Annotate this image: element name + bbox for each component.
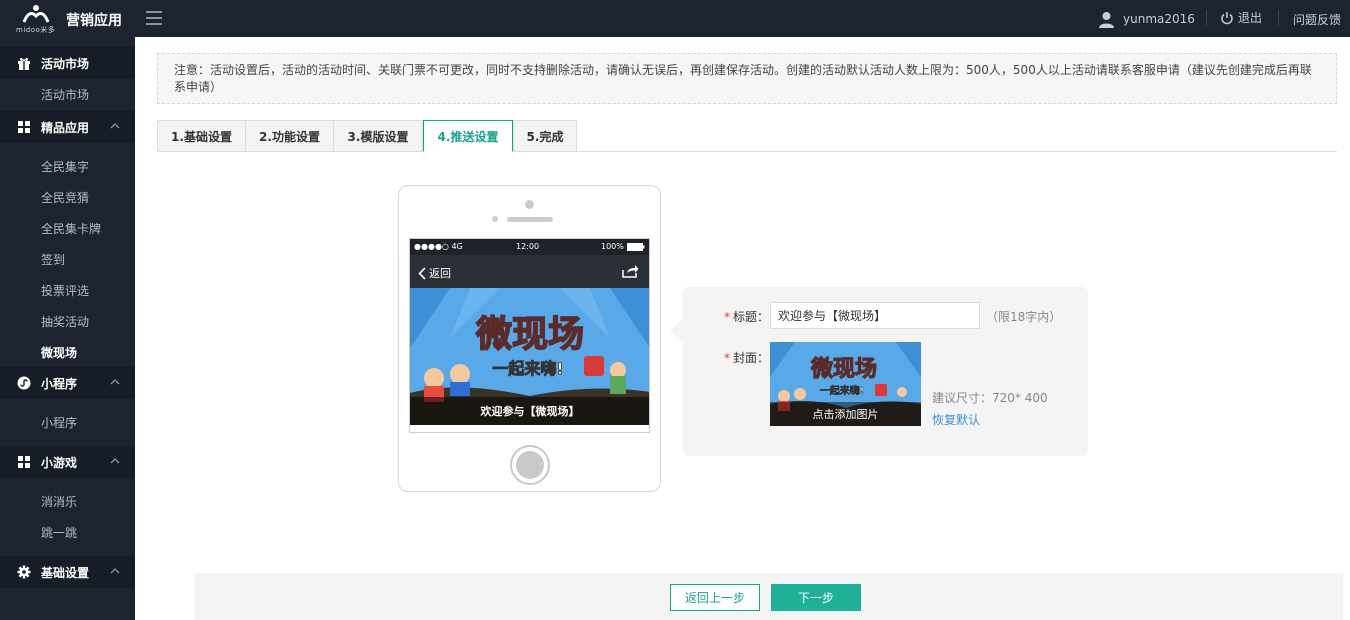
sidebar: 活动市场 活动市场 精品应用 全民集字 全民竞猜 全民集卡牌 签到 投票评选 抽… (0, 37, 135, 620)
required-mark: * (724, 310, 730, 324)
logout-label: 退出 (1238, 11, 1263, 25)
sidebar-item-collect-words[interactable]: 全民集字 (0, 151, 135, 182)
home-button (510, 445, 550, 485)
battery-icon (627, 243, 645, 251)
sidebar-section-premium-apps[interactable]: 精品应用 (0, 111, 135, 143)
sidebar-section-label: 基础设置 (41, 565, 90, 580)
previous-step-button[interactable]: 返回上一步 (670, 584, 760, 611)
sidebar-section-label: 小程序 (41, 376, 78, 391)
sidebar-item-activity-market[interactable]: 活动市场 (0, 79, 135, 110)
phone-speaker (507, 217, 553, 222)
tab-basic-settings[interactable]: 1.基础设置 (157, 120, 246, 152)
sidebar-item-checkin[interactable]: 签到 (0, 244, 135, 275)
sidebar-item-quiz[interactable]: 全民竞猜 (0, 182, 135, 213)
menu-toggle-icon[interactable] (146, 11, 162, 25)
logo-icon (22, 5, 50, 23)
user-menu[interactable]: yunma2016 (1098, 9, 1195, 29)
tab-template-settings[interactable]: 3.模版设置 (333, 120, 423, 152)
chevron-up-icon (110, 123, 120, 129)
power-icon (1221, 11, 1233, 24)
phone-preview: ●●●●○ 4G 12:00 100% 返回 微现场 一起来嗨! 欢迎参与【微现… (398, 185, 661, 492)
top-bar: midoo米多 营销应用 yunma2016 退出 问题反馈 (0, 0, 1350, 37)
sidebar-item-match3[interactable]: 消消乐 (0, 486, 135, 517)
sidebar-section-basic-settings[interactable]: 基础设置 (0, 556, 135, 588)
title-input[interactable] (770, 302, 980, 329)
gear-icon (17, 565, 31, 579)
back-label: 返回 (429, 267, 451, 280)
phone-status-bar: ●●●●○ 4G 12:00 100% (410, 239, 649, 255)
username: yunma2016 (1123, 12, 1195, 26)
tab-push-settings[interactable]: 4.推送设置 (423, 120, 513, 152)
phone-camera (525, 200, 534, 209)
title-label-text: 标题： (733, 310, 770, 324)
carrier: ●●●●○ 4G (414, 242, 463, 251)
sidebar-item-lottery[interactable]: 抽奖活动 (0, 306, 135, 337)
next-step-button[interactable]: 下一步 (771, 584, 861, 611)
banner-title: 微现场 (475, 314, 584, 355)
sidebar-section-label: 小游戏 (41, 455, 78, 470)
restore-default-link[interactable]: 恢复默认 (932, 411, 980, 428)
step-tabs: 1.基础设置 2.功能设置 3.模版设置 4.推送设置 5.完成 (157, 120, 1337, 152)
panel-pointer (670, 318, 683, 344)
cover-subtitle: 一起来嗨! (820, 384, 865, 397)
sidebar-section-label: 精品应用 (41, 120, 90, 135)
chevron-up-icon (110, 568, 120, 574)
logo-text: midoo米多 (16, 26, 56, 34)
cover-label: * 封面： (724, 349, 769, 366)
user-avatar-icon (1099, 11, 1114, 28)
app-title: 营销应用 (66, 13, 122, 29)
miniprogram-icon (17, 376, 31, 390)
sidebar-item-jump[interactable]: 跳一跳 (0, 517, 135, 548)
tab-finish[interactable]: 5.完成 (513, 120, 577, 152)
share-icon[interactable] (622, 264, 639, 278)
size-hint: 建议尺寸：720* 400 (932, 391, 1048, 405)
phone-nav-bar: 返回 (410, 255, 649, 288)
banner-image: 微现场 一起来嗨! 欢迎参与【微现场】 (410, 288, 649, 425)
chevron-left-icon (418, 266, 426, 280)
battery-text: 100% (601, 242, 624, 251)
clock: 12:00 (516, 242, 540, 251)
cover-title: 微现场 (810, 356, 877, 382)
notice-banner: 注意：活动设置后，活动的活动时间、关联门票不可更改，同时不支持删除活动，请确认无… (157, 53, 1337, 104)
phone-screen: ●●●●○ 4G 12:00 100% 返回 微现场 一起来嗨! 欢迎参与【微现… (409, 238, 650, 433)
sidebar-item-collect-cards[interactable]: 全民集卡牌 (0, 213, 135, 244)
logout-button[interactable]: 退出 (1220, 9, 1262, 26)
title-label: * 标题： (724, 308, 769, 325)
divider (1278, 10, 1279, 26)
banner-caption: 欢迎参与【微现场】 (410, 397, 649, 425)
feedback-link[interactable]: 问题反馈 (1293, 11, 1341, 28)
sidebar-item-mini-program[interactable]: 小程序 (0, 407, 135, 438)
grid-icon (18, 121, 30, 133)
sidebar-section-mini-games[interactable]: 小游戏 (0, 446, 135, 478)
midoo-logo[interactable]: midoo米多 (14, 4, 56, 34)
sidebar-section-mini-program[interactable]: 小程序 (0, 367, 135, 399)
back-button[interactable]: 返回 (418, 265, 451, 281)
banner-subtitle: 一起来嗨! (492, 359, 563, 378)
footer-bar (195, 573, 1343, 620)
chevron-up-icon (110, 458, 120, 464)
chevron-up-icon (110, 379, 120, 385)
phone-sensor (492, 216, 498, 222)
sidebar-section-label: 活动市场 (41, 56, 90, 71)
required-mark: * (724, 351, 730, 365)
cover-upload[interactable]: 微现场 一起来嗨! 点击添加图片 (770, 342, 921, 426)
gift-icon (18, 58, 30, 70)
divider (1206, 10, 1207, 26)
sidebar-section-activity-market[interactable]: 活动市场 (0, 47, 135, 79)
sidebar-item-voting[interactable]: 投票评选 (0, 275, 135, 306)
title-hint: （限18字内） (986, 310, 1062, 324)
grid-icon (18, 456, 30, 468)
cover-caption: 点击添加图片 (770, 402, 921, 426)
cover-label-text: 封面： (733, 351, 770, 365)
tab-function-settings[interactable]: 2.功能设置 (245, 120, 334, 152)
sidebar-item-live-event[interactable]: 微现场 (0, 337, 135, 367)
